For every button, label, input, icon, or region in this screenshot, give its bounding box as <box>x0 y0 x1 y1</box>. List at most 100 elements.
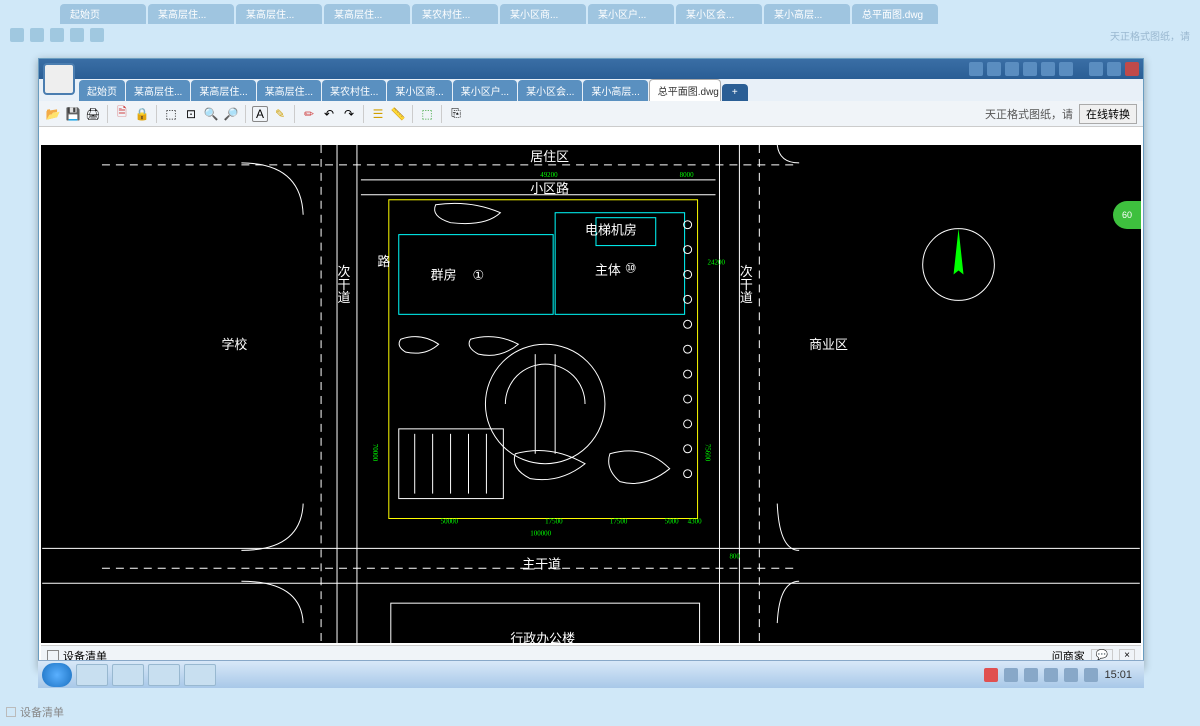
cad-drawing: 居住区 小区路 电梯机房 群房 ① 主体 ⑩ 学校 商业区 主干道 行政办公楼 … <box>41 145 1141 643</box>
file-icon[interactable]: 🗎 <box>114 106 130 122</box>
drawing-canvas[interactable]: 60 <box>41 145 1141 643</box>
redo-icon[interactable]: ↷ <box>341 106 357 122</box>
outer-tool-icon <box>90 28 104 42</box>
outer-tab: 某高层住... <box>148 4 234 24</box>
tab-start[interactable]: 起始页 <box>79 80 125 101</box>
zoom-out-icon[interactable]: 🔎 <box>223 106 239 122</box>
user-avatar[interactable] <box>43 63 75 95</box>
undo-icon[interactable]: ↶ <box>321 106 337 122</box>
tab-doc[interactable]: 某小高层... <box>583 80 647 101</box>
stack-icon[interactable]: ⬚ <box>419 106 435 122</box>
tray-icon[interactable] <box>1024 668 1038 682</box>
toolbar-separator <box>363 105 364 123</box>
titlebar-mobile-icon[interactable] <box>1023 62 1037 76</box>
outer-tab: 某高层住... <box>236 4 322 24</box>
outer-tool-icon <box>30 28 44 42</box>
outer-tab: 起始页 <box>60 4 146 24</box>
label-commercial-zone: 商业区 <box>809 337 848 352</box>
maximize-button[interactable] <box>1107 62 1121 76</box>
tab-doc[interactable]: 某小区户... <box>453 80 517 101</box>
label-secondary-road-left: 次干道 <box>335 265 350 304</box>
taskbar-item[interactable] <box>184 664 216 686</box>
tab-doc[interactable]: 某农村住... <box>322 80 386 101</box>
toolbar-separator <box>107 105 108 123</box>
edit-icon[interactable]: ✎ <box>272 106 288 122</box>
text-tool-icon[interactable]: A <box>252 106 268 122</box>
zoom-window-icon[interactable]: ⬚ <box>163 106 179 122</box>
open-icon[interactable]: 📂 <box>45 106 61 122</box>
tab-doc[interactable]: 某高层住... <box>191 80 255 101</box>
label-school: 学校 <box>221 337 247 352</box>
taskbar-item[interactable] <box>76 664 108 686</box>
zoom-in-icon[interactable]: 🔍 <box>203 106 219 122</box>
dim-text: 49200 <box>540 171 558 179</box>
tab-doc[interactable]: 某小区会... <box>518 80 582 101</box>
label-podium: 群房 <box>431 267 457 282</box>
measure-icon[interactable]: 📏 <box>390 106 406 122</box>
label-community-road: 小区路 <box>530 181 569 196</box>
lock-icon[interactable]: 🔒 <box>134 106 150 122</box>
zoom-extents-icon[interactable]: ⊡ <box>183 106 199 122</box>
label-secondary-road-right: 次干道 <box>738 265 753 304</box>
taskbar-item[interactable] <box>148 664 180 686</box>
conversion-hint: 天正格式图纸，请 <box>985 106 1073 122</box>
outer-tool-icon <box>70 28 84 42</box>
main-toolbar: 📂 💾 🖨 🗎 🔒 ⬚ ⊡ 🔍 🔎 A ✎ ✏ ↶ ↷ ☰ 📏 ⬚ ⎘ 天正格式… <box>39 101 1143 127</box>
toolbar-separator <box>245 105 246 123</box>
label-residential-zone: 居住区 <box>530 149 569 164</box>
label-admin-building: 行政办公楼 <box>510 631 575 643</box>
outer-tab: 某小高层... <box>764 4 850 24</box>
dim-text: 800 <box>729 552 740 560</box>
dim-text: 70000 <box>371 444 379 462</box>
dim-text: 75600 <box>704 444 712 462</box>
save-icon[interactable]: 💾 <box>65 106 81 122</box>
clock: 15:01 <box>1104 669 1132 681</box>
dim-text: 17500 <box>545 517 563 525</box>
titlebar <box>39 59 1143 79</box>
marker-2: ⑩ <box>625 260 637 275</box>
document-tabs: 起始页 某高层住... 某高层住... 某高层住... 某农村住... 某小区商… <box>39 79 1143 101</box>
compass-icon <box>923 229 995 301</box>
windows-taskbar: 15:01 <box>38 660 1144 688</box>
dim-text: 5000 <box>665 517 679 525</box>
export-icon[interactable]: ⎘ <box>448 106 464 122</box>
dim-text: 4300 <box>688 517 702 525</box>
label-road: 路 <box>375 254 390 268</box>
layers-icon[interactable]: ☰ <box>370 106 386 122</box>
toolbar-separator <box>441 105 442 123</box>
outer-tab: 某农村住... <box>412 4 498 24</box>
toolbar-separator <box>156 105 157 123</box>
titlebar-contacts-icon[interactable] <box>969 62 983 76</box>
tray-icon[interactable] <box>1004 668 1018 682</box>
label-main-body: 主体 <box>595 262 621 277</box>
outer-faded-status: 设备清单 <box>6 704 64 720</box>
tab-doc[interactable]: 某小区商... <box>387 80 451 101</box>
tray-icon[interactable] <box>1044 668 1058 682</box>
outer-tool-icon <box>10 28 24 42</box>
tab-active[interactable]: 总平面图.dwg× <box>649 79 721 101</box>
close-button[interactable] <box>1125 62 1139 76</box>
outer-tab: 某高层住... <box>324 4 410 24</box>
marker-1: ① <box>472 267 484 282</box>
titlebar-fullscreen-icon[interactable] <box>1041 62 1055 76</box>
tray-volume-icon[interactable] <box>1084 668 1098 682</box>
pencil-icon[interactable]: ✏ <box>301 106 317 122</box>
outer-tab: 某小区会... <box>676 4 762 24</box>
tab-doc[interactable]: 某高层住... <box>126 80 190 101</box>
taskbar-item[interactable] <box>112 664 144 686</box>
titlebar-share-icon[interactable] <box>987 62 1001 76</box>
print-icon[interactable]: 🖨 <box>85 106 101 122</box>
titlebar-chat-icon[interactable] <box>1005 62 1019 76</box>
start-button[interactable] <box>42 663 72 687</box>
cad-application-window: 起始页 某高层住... 某高层住... 某高层住... 某农村住... 某小区商… <box>38 58 1144 668</box>
tab-add-button[interactable]: + <box>722 84 748 101</box>
tab-doc[interactable]: 某高层住... <box>257 80 321 101</box>
minimize-button[interactable] <box>1089 62 1103 76</box>
tray-network-icon[interactable] <box>1064 668 1078 682</box>
dim-text: 24200 <box>708 259 726 267</box>
system-tray: 15:01 <box>984 668 1140 682</box>
label-main-road: 主干道 <box>522 556 561 571</box>
titlebar-settings-icon[interactable] <box>1059 62 1073 76</box>
tray-input-icon[interactable] <box>984 668 998 682</box>
convert-online-button[interactable]: 在线转换 <box>1079 104 1137 124</box>
